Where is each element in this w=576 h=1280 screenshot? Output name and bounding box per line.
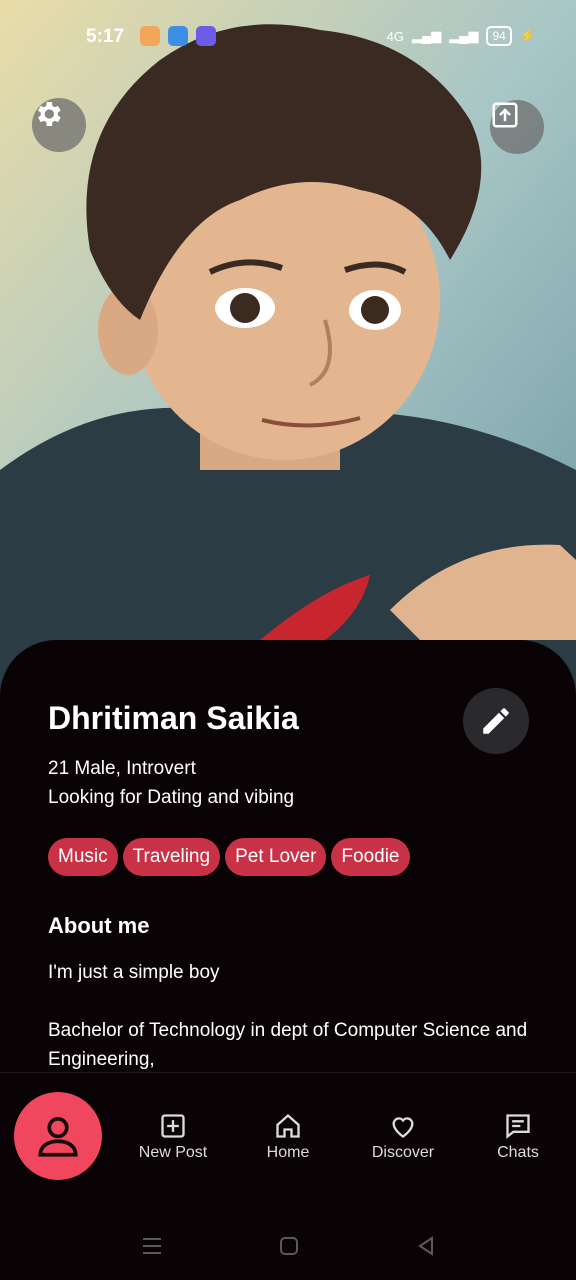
nav-label: Discover bbox=[371, 1144, 435, 1161]
home-square-icon[interactable] bbox=[277, 1234, 301, 1263]
share-button[interactable] bbox=[490, 100, 544, 154]
nav-new-post[interactable]: New Post bbox=[118, 1112, 228, 1162]
notification-icons bbox=[140, 26, 216, 46]
app-notification-icon bbox=[140, 26, 160, 46]
plus-square-icon bbox=[161, 1114, 185, 1138]
profile-details: 21 Male, Introvert bbox=[48, 758, 196, 779]
interest-tag[interactable]: Music bbox=[48, 838, 118, 876]
home-icon bbox=[276, 1113, 300, 1138]
settings-button[interactable] bbox=[32, 98, 86, 152]
system-navigation-bar bbox=[0, 1210, 576, 1280]
nav-profile-button[interactable] bbox=[14, 1092, 102, 1180]
interest-tags: Music Traveling Pet Lover Foodie bbox=[48, 838, 410, 876]
upload-icon bbox=[492, 102, 518, 128]
user-icon bbox=[38, 1117, 78, 1157]
app-notification-icon bbox=[168, 26, 188, 46]
profile-looking-for: Looking for Dating and vibing bbox=[48, 787, 295, 808]
battery-indicator: 94 bbox=[486, 26, 512, 46]
heart-icon bbox=[392, 1117, 414, 1138]
profile-photo: 5:17 4G ▂▄▆ ▂▄▆ 94 ⚡ bbox=[0, 0, 576, 700]
interest-tag[interactable]: Traveling bbox=[122, 838, 221, 876]
interest-tag[interactable]: Pet Lover bbox=[225, 838, 327, 876]
interest-tag[interactable]: Foodie bbox=[331, 838, 410, 876]
nav-chats[interactable]: Chats bbox=[463, 1112, 573, 1162]
signal-icon: ▂▄▆ bbox=[449, 28, 479, 43]
network-label: 4G bbox=[386, 28, 405, 44]
nav-home[interactable]: Home bbox=[233, 1112, 343, 1162]
edit-profile-button[interactable] bbox=[463, 688, 529, 754]
chat-icon bbox=[506, 1114, 530, 1139]
about-text: I'm just a simple boy bbox=[48, 962, 220, 983]
nav-label: Chats bbox=[497, 1144, 539, 1161]
nav-discover[interactable]: Discover bbox=[348, 1112, 458, 1162]
status-right: 4G ▂▄▆ ▂▄▆ 94 ⚡ bbox=[387, 26, 536, 46]
pencil-icon bbox=[483, 708, 509, 734]
menu-icon[interactable] bbox=[140, 1234, 164, 1263]
app-notification-icon bbox=[196, 26, 216, 46]
nav-label: New Post bbox=[138, 1144, 208, 1161]
nav-label: Home bbox=[266, 1144, 310, 1161]
charging-icon: ⚡ bbox=[519, 28, 536, 43]
back-icon[interactable] bbox=[414, 1234, 438, 1263]
signal-icon: ▂▄▆ bbox=[412, 28, 442, 43]
status-time: 5:17 bbox=[86, 26, 125, 47]
profile-name: Dhritiman Saikia bbox=[48, 700, 299, 736]
gear-icon bbox=[38, 102, 61, 126]
about-heading: About me bbox=[48, 913, 150, 938]
about-text: Bachelor of Technology in dept of Comput… bbox=[48, 1020, 528, 1070]
status-bar: 5:17 4G ▂▄▆ ▂▄▆ 94 ⚡ bbox=[0, 0, 576, 72]
